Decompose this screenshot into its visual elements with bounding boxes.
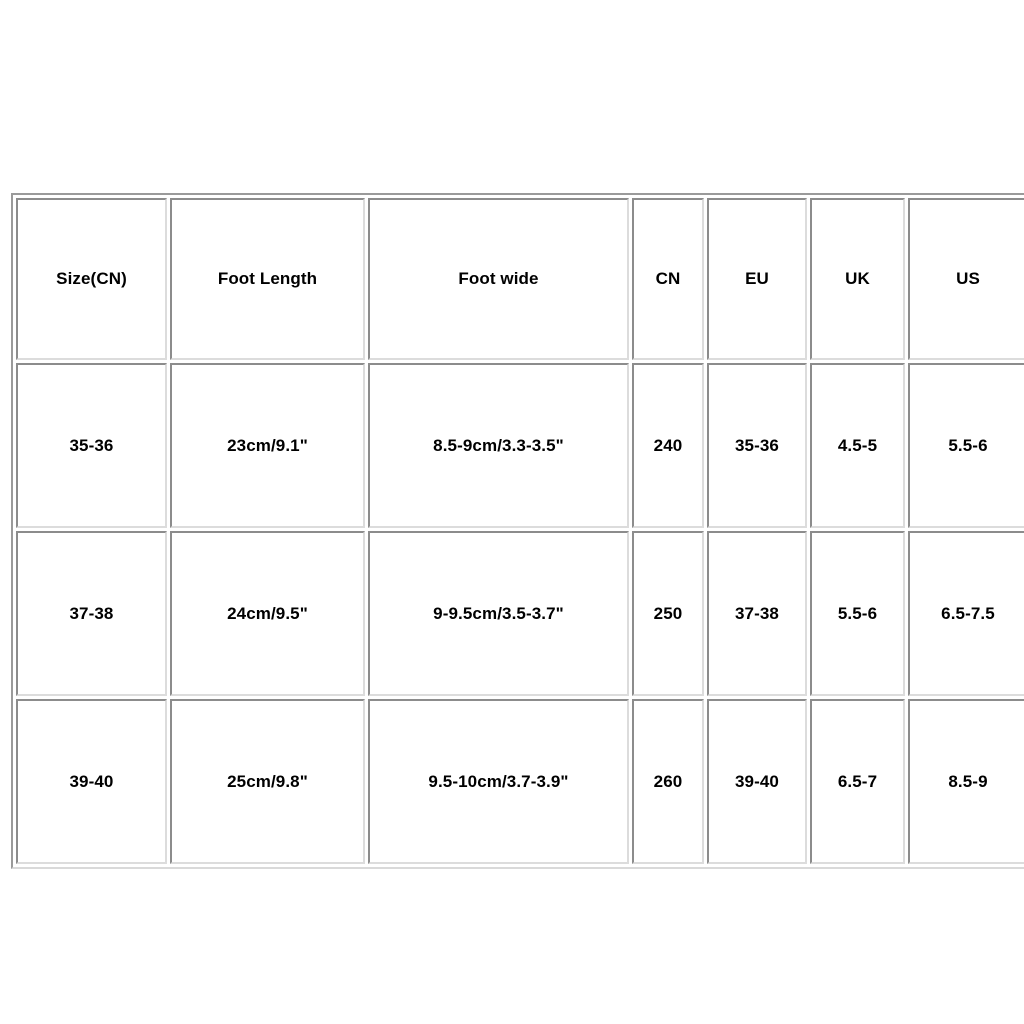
- column-header-size-cn-label: Size(CN): [56, 269, 127, 289]
- cell-foot-length-value: 25cm/9.8": [227, 771, 308, 791]
- column-header-foot-wide: Foot wide: [368, 198, 629, 360]
- cell-foot-length-value: 23cm/9.1": [227, 435, 308, 455]
- cell-us-value: 6.5-7.5: [941, 603, 995, 623]
- cell-size-cn-value: 39-40: [69, 771, 114, 791]
- cell-uk-value: 5.5-6: [837, 603, 878, 623]
- cell-foot-length: 23cm/9.1": [170, 363, 365, 528]
- size-chart-table: Size(CN) Foot Length Foot wide CN EU UK …: [11, 193, 1024, 869]
- column-header-size-cn: Size(CN): [16, 198, 167, 360]
- cell-eu: 35-36: [707, 363, 807, 528]
- cell-size-cn: 37-38: [16, 531, 167, 696]
- cell-foot-length-value: 24cm/9.5": [227, 603, 308, 623]
- cell-eu-value: 35-36: [735, 435, 779, 455]
- cell-eu: 39-40: [707, 699, 807, 864]
- cell-foot-wide-value: 9.5-10cm/3.7-3.9": [428, 771, 569, 791]
- cell-uk: 4.5-5: [810, 363, 905, 528]
- cell-uk-value: 6.5-7: [837, 771, 878, 791]
- cell-uk: 5.5-6: [810, 531, 905, 696]
- column-header-foot-length-label: Foot Length: [217, 269, 318, 289]
- cell-cn-value: 260: [653, 771, 683, 791]
- cell-us: 8.5-9: [908, 699, 1024, 864]
- cell-foot-wide: 9.5-10cm/3.7-3.9": [368, 699, 629, 864]
- column-header-eu: EU: [707, 198, 807, 360]
- cell-eu-value: 37-38: [735, 603, 779, 623]
- column-header-us: US: [908, 198, 1024, 360]
- column-header-us-label: US: [956, 269, 980, 289]
- column-header-cn: CN: [632, 198, 704, 360]
- table-row: 39-40 25cm/9.8" 9.5-10cm/3.7-3.9" 260 39…: [16, 699, 1024, 864]
- cell-cn-value: 240: [653, 435, 683, 455]
- cell-foot-wide-value: 9-9.5cm/3.5-3.7": [433, 603, 564, 623]
- table-header-row: Size(CN) Foot Length Foot wide CN EU UK …: [16, 198, 1024, 360]
- column-header-cn-label: CN: [655, 269, 681, 289]
- cell-foot-wide-value: 8.5-9cm/3.3-3.5": [433, 435, 564, 455]
- cell-cn-value: 250: [653, 603, 683, 623]
- cell-size-cn: 35-36: [16, 363, 167, 528]
- cell-us-value: 5.5-6: [948, 435, 988, 455]
- cell-us: 6.5-7.5: [908, 531, 1024, 696]
- cell-uk: 6.5-7: [810, 699, 905, 864]
- cell-size-cn-value: 35-36: [69, 435, 114, 455]
- table-row: 37-38 24cm/9.5" 9-9.5cm/3.5-3.7" 250 37-…: [16, 531, 1024, 696]
- cell-foot-length: 25cm/9.8": [170, 699, 365, 864]
- column-header-uk-label: UK: [845, 269, 870, 289]
- cell-us-value: 8.5-9: [948, 771, 988, 791]
- table-row: 35-36 23cm/9.1" 8.5-9cm/3.3-3.5" 240 35-…: [16, 363, 1024, 528]
- column-header-eu-label: EU: [745, 269, 769, 289]
- column-header-uk: UK: [810, 198, 905, 360]
- cell-foot-wide: 9-9.5cm/3.5-3.7": [368, 531, 629, 696]
- cell-foot-wide: 8.5-9cm/3.3-3.5": [368, 363, 629, 528]
- cell-size-cn-value: 37-38: [69, 603, 114, 623]
- cell-cn: 240: [632, 363, 704, 528]
- cell-eu-value: 39-40: [735, 771, 779, 791]
- column-header-foot-wide-label: Foot wide: [458, 269, 539, 289]
- cell-cn: 250: [632, 531, 704, 696]
- cell-foot-length: 24cm/9.5": [170, 531, 365, 696]
- column-header-foot-length: Foot Length: [170, 198, 365, 360]
- cell-size-cn: 39-40: [16, 699, 167, 864]
- cell-us: 5.5-6: [908, 363, 1024, 528]
- cell-uk-value: 4.5-5: [837, 435, 878, 455]
- cell-eu: 37-38: [707, 531, 807, 696]
- cell-cn: 260: [632, 699, 704, 864]
